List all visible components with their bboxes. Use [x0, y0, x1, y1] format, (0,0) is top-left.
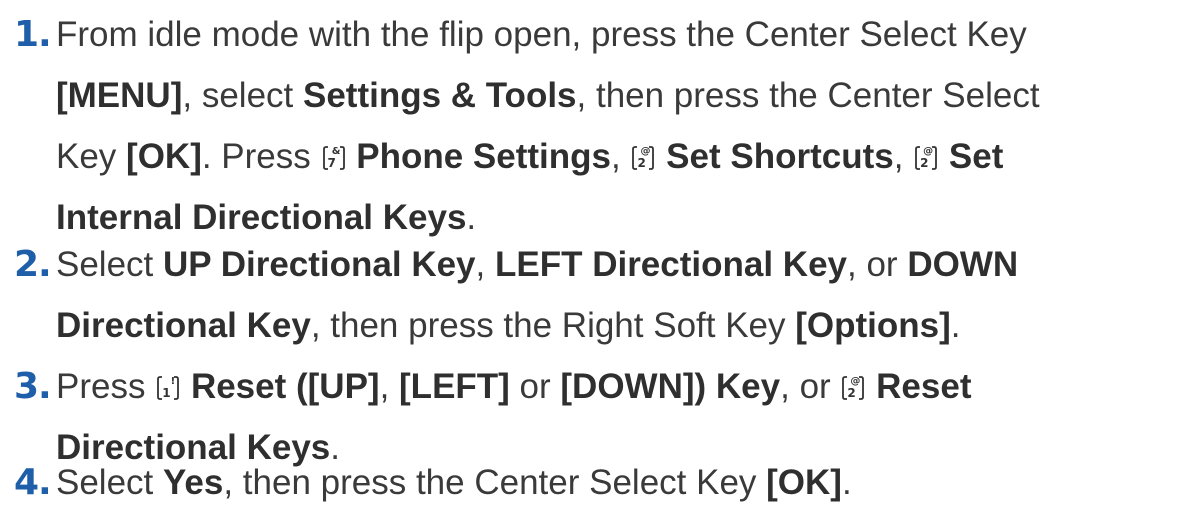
step-text: ,: [379, 367, 400, 406]
step-number: 1.: [14, 14, 52, 55]
step-line: [MENU], select Settings & Tools, then pr…: [56, 65, 1040, 126]
key-digit: 2: [920, 156, 929, 170]
step-text: From idle mode with the flip open, press…: [56, 15, 1027, 54]
key-digit: 7: [327, 156, 336, 170]
step-text: , then press the Center Select Key: [223, 463, 767, 502]
menu-item-name: [LEFT]: [399, 367, 510, 406]
key-symbol: @: [923, 146, 934, 157]
key-symbol: @: [850, 376, 861, 387]
step-text: .: [841, 463, 852, 502]
key-digit: 2: [847, 386, 856, 400]
keypad-1-icon: 1!: [157, 375, 180, 401]
step-line: Press 1! Reset ([UP], [LEFT] or [DOWN]) …: [56, 356, 971, 417]
menu-item-name: Reset ([UP]: [190, 367, 380, 406]
instruction-steps: 1. From idle mode with the flip open, pr…: [0, 0, 1189, 514]
key-symbol: @: [640, 146, 651, 157]
keypad-2-icon: 2 @: [842, 375, 865, 401]
step-text: ,: [475, 245, 495, 284]
step-text: .: [950, 306, 961, 345]
ok-key-label: [OK]: [766, 463, 842, 502]
step-text: Key: [56, 137, 127, 176]
step-text: ,: [893, 137, 914, 176]
step-text: ,: [610, 137, 631, 176]
step-line: Directional Key, then press the Right So…: [56, 295, 961, 356]
step-line: Select Yes, then press the Center Select…: [56, 452, 852, 513]
menu-item-name: Set: [948, 137, 1004, 176]
step-text: . Press: [201, 137, 321, 176]
menu-item-name: Set Shortcuts: [666, 137, 894, 176]
key-symbol: &: [331, 146, 341, 157]
menu-item-name: LEFT Directional Key: [494, 245, 848, 284]
step-line: Key [OK]. Press 7 & Phone Settings, 2 @ Se…: [56, 126, 1003, 187]
step-text: Press: [56, 367, 156, 406]
keypad-7-icon: 7 &: [322, 145, 345, 171]
menu-item-name: Phone Settings: [356, 137, 611, 176]
menu-item-name: Reset: [876, 367, 972, 406]
step-number: 4.: [14, 462, 52, 503]
options-key-label: [Options]: [795, 306, 951, 345]
menu-item-name: [DOWN]) Key: [560, 367, 781, 406]
menu-key-label: [MENU]: [56, 76, 183, 115]
step-text: , then press the Center Select: [576, 76, 1040, 115]
step-line: From idle mode with the flip open, press…: [56, 4, 1027, 65]
menu-item-name: DOWN: [907, 245, 1019, 284]
step-text: or: [509, 367, 561, 406]
keypad-2-icon: 2 @: [915, 145, 938, 171]
keypad-2-icon: 2 @: [632, 145, 655, 171]
menu-item-name: Internal Directional Keys: [56, 198, 467, 237]
step-text: , select: [182, 76, 303, 115]
key-digit: 1: [162, 386, 171, 400]
step-text: , or: [847, 245, 908, 284]
step-text: .: [466, 198, 477, 237]
key-digit: 2: [637, 156, 646, 170]
ok-key-label: [OK]: [126, 137, 202, 176]
step-text: , then press the Right Soft Key: [310, 306, 796, 345]
menu-item-name: Yes: [163, 463, 224, 502]
step-text: Select: [56, 245, 163, 284]
step-line: Select UP Directional Key, LEFT Directio…: [56, 234, 1018, 295]
menu-item-name: Settings & Tools: [302, 76, 577, 115]
step-number: 3.: [14, 366, 52, 407]
key-symbol: !: [170, 376, 176, 387]
step-text: , or: [780, 367, 841, 406]
step-text: Select: [56, 463, 163, 502]
menu-item-name: UP Directional Key: [163, 245, 476, 284]
menu-item-name: Directional Key: [56, 306, 311, 345]
step-number: 2.: [14, 244, 52, 285]
